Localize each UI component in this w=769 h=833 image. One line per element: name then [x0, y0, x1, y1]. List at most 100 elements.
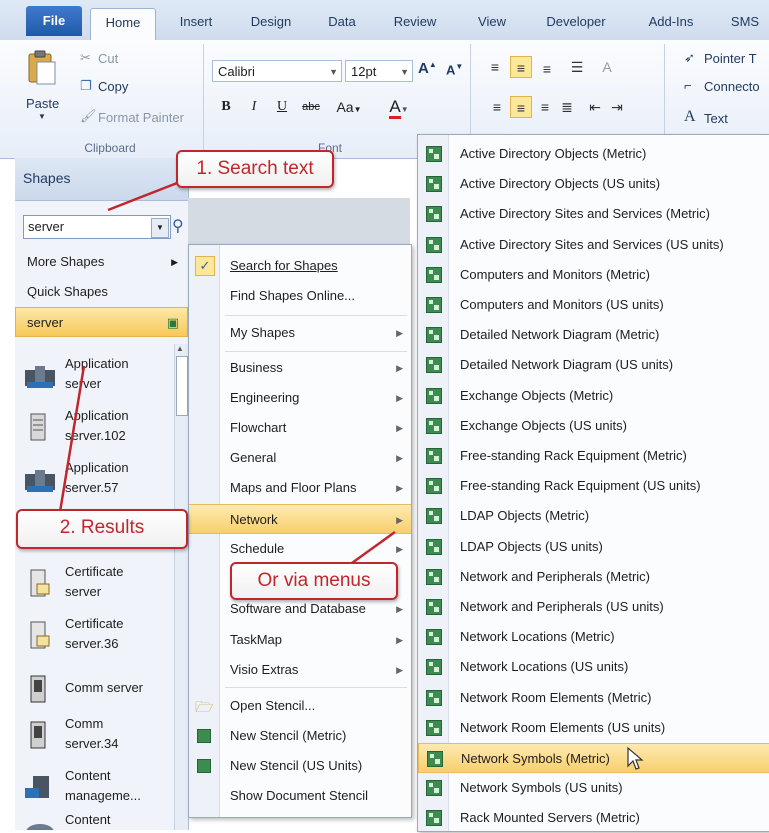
search-input-value: server: [28, 219, 65, 234]
submenu-item-stencil[interactable]: LDAP Objects (Metric): [418, 501, 769, 531]
tab-sms[interactable]: SMS: [723, 8, 767, 40]
shape-item[interactable]: Comm server.34: [15, 714, 173, 762]
text-direction-button[interactable]: A: [596, 56, 618, 78]
grow-font-button[interactable]: A▲: [418, 60, 437, 77]
submenu-item-stencil[interactable]: Detailed Network Diagram (US units): [418, 350, 769, 380]
submenu-item-stencil[interactable]: Computers and Monitors (US units): [418, 290, 769, 320]
submenu-item-stencil[interactable]: Free-standing Rack Equipment (Metric): [418, 441, 769, 471]
tab-insert[interactable]: Insert: [168, 8, 224, 40]
submenu-item-stencil[interactable]: Network Symbols (US units): [418, 773, 769, 803]
copy-button[interactable]: ❐ Copy: [80, 78, 150, 98]
change-case-button[interactable]: Aa▼: [334, 97, 364, 117]
submenu-item-stencil[interactable]: Exchange Objects (Metric): [418, 381, 769, 411]
menu-item-flowchart[interactable]: Flowchart ▶: [189, 413, 411, 443]
menu-item-taskmap[interactable]: TaskMap ▶: [189, 625, 411, 655]
font-color-button[interactable]: A▼: [384, 97, 414, 119]
paste-button[interactable]: Paste ▼: [22, 46, 62, 126]
menu-item-my-shapes[interactable]: My Shapes ▶: [189, 318, 411, 348]
submenu-item-stencil[interactable]: Exchange Objects (US units): [418, 411, 769, 441]
tab-data[interactable]: Data: [318, 8, 366, 40]
tab-view[interactable]: View: [468, 8, 516, 40]
submenu-item-stencil[interactable]: Network and Peripherals (US units): [418, 592, 769, 622]
shape-item[interactable]: Application server.102: [15, 406, 173, 454]
underline-button[interactable]: U: [272, 97, 292, 117]
shape-item[interactable]: Certificate server: [15, 562, 173, 610]
text-tool-label: Text: [704, 111, 728, 126]
tab-home[interactable]: Home: [90, 8, 156, 42]
submenu-item-stencil[interactable]: Active Directory Objects (US units): [418, 169, 769, 199]
align-top-button[interactable]: ≡: [484, 56, 506, 78]
shape-item[interactable]: Content manageme...: [15, 766, 173, 814]
menu-item-business[interactable]: Business ▶: [189, 353, 411, 383]
menu-item-find-shapes-online[interactable]: Find Shapes Online...: [189, 281, 411, 311]
menu-item-show-document-stencil[interactable]: Show Document Stencil: [189, 781, 411, 811]
scrollbar-thumb[interactable]: [176, 356, 188, 416]
submenu-item-stencil[interactable]: Free-standing Rack Equipment (US units): [418, 471, 769, 501]
menu-item-new-stencil-us[interactable]: New Stencil (US Units): [189, 751, 411, 781]
pointer-tool-button[interactable]: ➶ Pointer T: [684, 50, 769, 70]
menu-item-search-for-shapes[interactable]: ✓ Search for Shapes: [189, 251, 411, 281]
submenu-item-stencil[interactable]: LDAP Objects (US units): [418, 532, 769, 562]
justify-button[interactable]: ≣: [556, 96, 578, 118]
tab-file[interactable]: File: [26, 6, 82, 36]
align-right-button[interactable]: ≡: [534, 96, 556, 118]
stencil-server-tab[interactable]: server ▣: [15, 307, 188, 337]
submenu-item-stencil[interactable]: Computers and Monitors (Metric): [418, 260, 769, 290]
submenu-item-stencil[interactable]: Active Directory Objects (Metric): [418, 139, 769, 169]
strikethrough-button[interactable]: abc: [296, 97, 326, 117]
shrink-font-button[interactable]: A▼: [446, 62, 463, 77]
decrease-indent-button[interactable]: ⇤: [584, 96, 606, 118]
increase-indent-button[interactable]: ⇥: [606, 96, 628, 118]
chevron-down-icon[interactable]: ▼: [151, 218, 169, 238]
shape-item[interactable]: Comm server: [15, 668, 173, 708]
align-left-button[interactable]: ≡: [486, 96, 508, 118]
shape-item[interactable]: Application server: [15, 354, 173, 402]
menu-item-visio-extras[interactable]: Visio Extras ▶: [189, 655, 411, 685]
format-painter-button[interactable]: 🖌 Format Painter: [80, 108, 195, 128]
submenu-item-stencil[interactable]: Network Symbols (Metric): [418, 743, 769, 773]
shape-item[interactable]: Application server.57: [15, 458, 173, 506]
search-icon[interactable]: ⚲: [172, 216, 184, 236]
more-shapes-button[interactable]: More Shapes ▶: [15, 247, 188, 277]
submenu-item-stencil[interactable]: Network Room Elements (US units): [418, 713, 769, 743]
clipboard-group-label: Clipboard: [84, 141, 136, 155]
tab-review[interactable]: Review: [386, 8, 444, 40]
bullets-button[interactable]: ☰: [566, 56, 588, 78]
menu-item-open-stencil[interactable]: 🗁 Open Stencil...: [189, 691, 411, 721]
submenu-item-stencil[interactable]: Network and Peripherals (Metric): [418, 562, 769, 592]
font-size-select[interactable]: 12pt ▼: [345, 60, 413, 82]
bold-button[interactable]: B: [216, 97, 236, 117]
submenu-item-stencil[interactable]: Network Locations (Metric): [418, 622, 769, 652]
submenu-item-stencil[interactable]: Rack Mounted Servers (Metric): [418, 803, 769, 833]
tab-design[interactable]: Design: [240, 8, 302, 40]
submenu-item-stencil[interactable]: Active Directory Sites and Services (US …: [418, 230, 769, 260]
italic-button[interactable]: I: [244, 97, 264, 117]
align-center-button[interactable]: ≡: [510, 96, 532, 118]
menu-item-engineering[interactable]: Engineering ▶: [189, 383, 411, 413]
menu-item-maps-and-floor-plans[interactable]: Maps and Floor Plans ▶: [189, 473, 411, 503]
menu-item-general[interactable]: General ▶: [189, 443, 411, 473]
tab-add-ins[interactable]: Add-Ins: [637, 8, 705, 40]
connector-tool-button[interactable]: ⌐ Connecto: [684, 78, 769, 98]
submenu-item-label: Network Symbols (Metric): [461, 751, 610, 766]
submenu-item-stencil[interactable]: Network Locations (US units): [418, 652, 769, 682]
tab-developer[interactable]: Developer: [535, 8, 617, 40]
align-middle-button[interactable]: ≡: [510, 56, 532, 78]
submenu-item-stencil[interactable]: Network Room Elements (Metric): [418, 683, 769, 713]
font-family-select[interactable]: Calibri ▼: [212, 60, 342, 82]
shapes-scrollbar[interactable]: ▲: [174, 344, 188, 830]
quick-shapes-button[interactable]: Quick Shapes: [15, 277, 188, 307]
submenu-item-stencil[interactable]: Active Directory Sites and Services (Met…: [418, 199, 769, 229]
menu-item-new-stencil-metric[interactable]: New Stencil (Metric): [189, 721, 411, 751]
submenu-item-label: Network Locations (Metric): [460, 629, 615, 645]
shape-item[interactable]: Certificate server.36: [15, 614, 173, 662]
cut-button[interactable]: ✂ Cut: [80, 50, 140, 70]
menu-item-network[interactable]: Network ▶: [189, 504, 411, 534]
text-tool-button[interactable]: A Text: [684, 108, 769, 130]
shape-item[interactable]: Content: [15, 814, 173, 830]
scroll-up-icon[interactable]: ▲: [176, 344, 184, 353]
submenu-item-stencil[interactable]: Detailed Network Diagram (Metric): [418, 320, 769, 350]
search-input[interactable]: server ▼: [23, 215, 171, 239]
align-bottom-button[interactable]: ≡: [536, 58, 558, 80]
menu-item-schedule[interactable]: Schedule ▶: [189, 534, 411, 564]
